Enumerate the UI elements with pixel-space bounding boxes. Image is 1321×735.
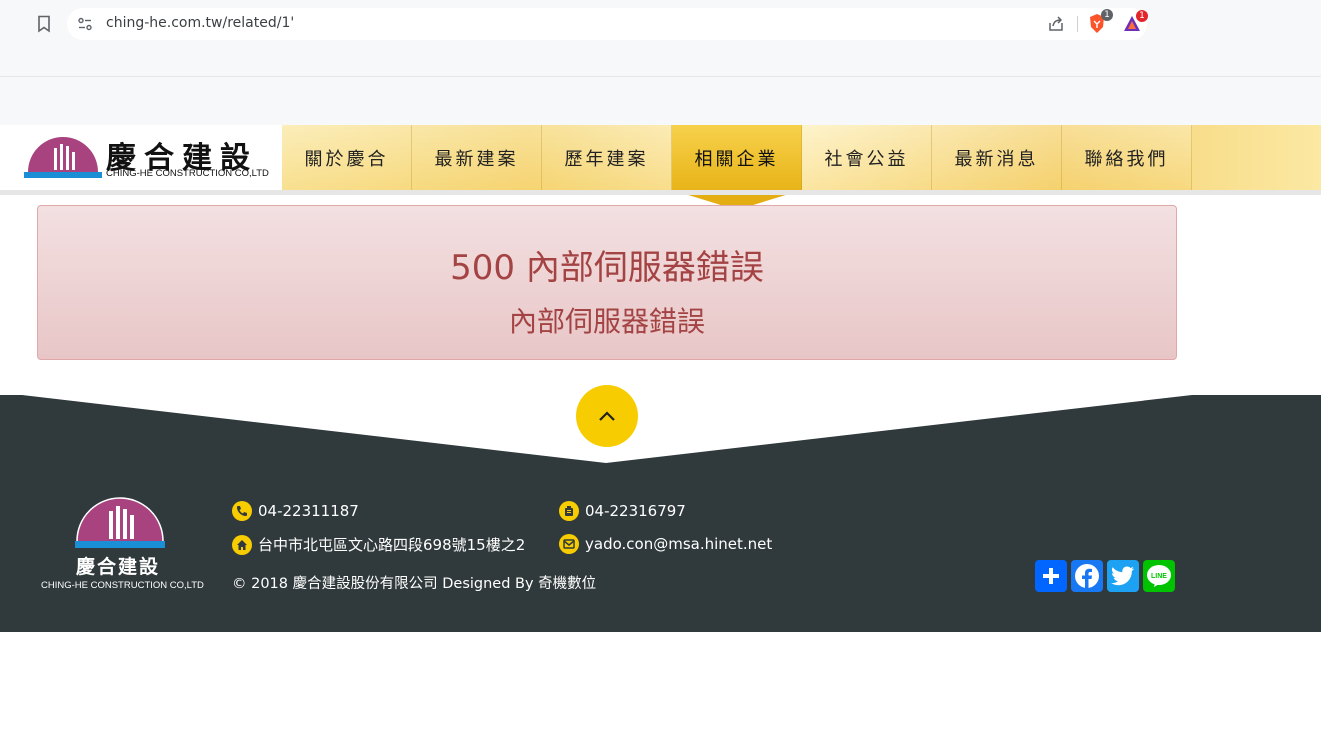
error-message: 內部伺服器錯誤 <box>508 305 705 338</box>
fax-number: 04-22316797 <box>585 502 686 520</box>
fax-icon <box>559 501 579 521</box>
site-footer: 慶合建設 CHING-HE CONSTRUCTION CO,LTD 04-223… <box>0 385 1321 632</box>
brave-rewards-icon[interactable]: 1 <box>1122 10 1148 34</box>
svg-text:LINE: LINE <box>1151 573 1167 580</box>
url-text[interactable]: ching-he.com.tw/related/1' <box>106 15 294 31</box>
home-icon <box>232 534 252 555</box>
divider <box>0 76 1321 77</box>
share-button[interactable] <box>1035 560 1067 592</box>
line-share-button[interactable]: LINE <box>1143 560 1175 592</box>
plus-share-icon <box>1043 568 1059 584</box>
nav-contact[interactable]: 聯絡我們 <box>1062 125 1192 190</box>
share-page-icon[interactable] <box>1047 15 1065 33</box>
footer-fax: 04-22316797 <box>559 501 686 521</box>
site-header: 慶合建設 CHING-HE CONSTRUCTION CO,LTD 關於慶合 最… <box>0 125 1321 210</box>
footer-email: yado.con@msa.hinet.net <box>559 534 772 554</box>
twitter-icon <box>1111 566 1134 586</box>
rewards-count-badge: 1 <box>1136 10 1148 22</box>
address-text: 台中市北屯區文心路四段698號15樓之2 <box>258 536 526 554</box>
nav-about[interactable]: 關於慶合 <box>282 125 412 190</box>
address-bar[interactable]: ching-he.com.tw/related/1' 1 1 <box>67 8 1148 40</box>
logo-english-name: CHING-HE CONSTRUCTION CO,LTD <box>106 168 269 179</box>
phone-icon <box>232 501 252 521</box>
phone-number[interactable]: 04-22311187 <box>258 502 359 520</box>
facebook-icon <box>1075 564 1099 589</box>
error-alert: 500 內部伺服器錯誤 內部伺服器錯誤 <box>37 205 1177 360</box>
copyright-text: © 2018 慶合建設股份有限公司 Designed By 奇機數位 <box>232 576 597 592</box>
nav-past-projects[interactable]: 歷年建案 <box>542 125 672 190</box>
email-address[interactable]: yado.con@msa.hinet.net <box>585 535 772 553</box>
footer-phone: 04-22311187 <box>232 501 359 521</box>
site-logo[interactable]: 慶合建設 CHING-HE CONSTRUCTION CO,LTD <box>0 125 282 190</box>
email-icon <box>559 534 579 554</box>
brave-shields-icon[interactable]: 1 <box>1087 9 1113 35</box>
footer-logo-chinese-name: 慶合建設 <box>76 556 161 578</box>
building-logo-icon <box>24 137 102 178</box>
browser-chrome: ching-he.com.tw/related/1' 1 1 <box>0 0 1321 125</box>
line-icon: LINE <box>1147 565 1171 587</box>
nav-latest-projects[interactable]: 最新建案 <box>412 125 542 190</box>
nav-related-companies[interactable]: 相關企業 <box>672 125 802 210</box>
header-divider <box>0 190 1321 195</box>
chevron-up-icon <box>599 411 615 421</box>
shields-count-badge: 1 <box>1101 9 1113 21</box>
site-info-icon[interactable] <box>77 16 93 32</box>
back-to-top-button[interactable] <box>576 385 638 447</box>
facebook-share-button[interactable] <box>1071 560 1103 592</box>
footer-address: 台中市北屯區文心路四段698號15樓之2 <box>232 534 525 555</box>
separator <box>1077 16 1078 32</box>
bookmark-icon[interactable] <box>36 15 52 33</box>
error-title: 500 內部伺服器錯誤 <box>450 248 764 288</box>
footer-logo-english-name: CHING-HE CONSTRUCTION CO,LTD <box>41 580 204 591</box>
nav-charity[interactable]: 社會公益 <box>802 125 932 190</box>
nav-news[interactable]: 最新消息 <box>932 125 1062 190</box>
footer-building-logo-icon <box>75 497 165 548</box>
main-nav: 關於慶合 最新建案 歷年建案 相關企業 社會公益 最新消息 聯絡我們 <box>282 125 1192 210</box>
twitter-share-button[interactable] <box>1107 560 1139 592</box>
